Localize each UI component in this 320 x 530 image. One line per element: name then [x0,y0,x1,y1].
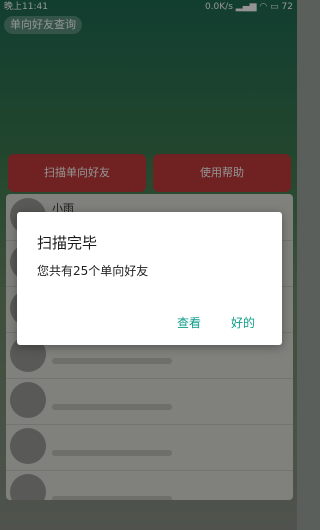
ok-button[interactable]: 好的 [231,314,255,331]
view-button[interactable]: 查看 [177,314,201,331]
dialog-title: 扫描完毕 [37,234,98,252]
scan-complete-dialog: 扫描完毕 您共有25个单向好友 查看 好的 [17,212,282,345]
dialog-message: 您共有25个单向好友 [37,264,149,278]
